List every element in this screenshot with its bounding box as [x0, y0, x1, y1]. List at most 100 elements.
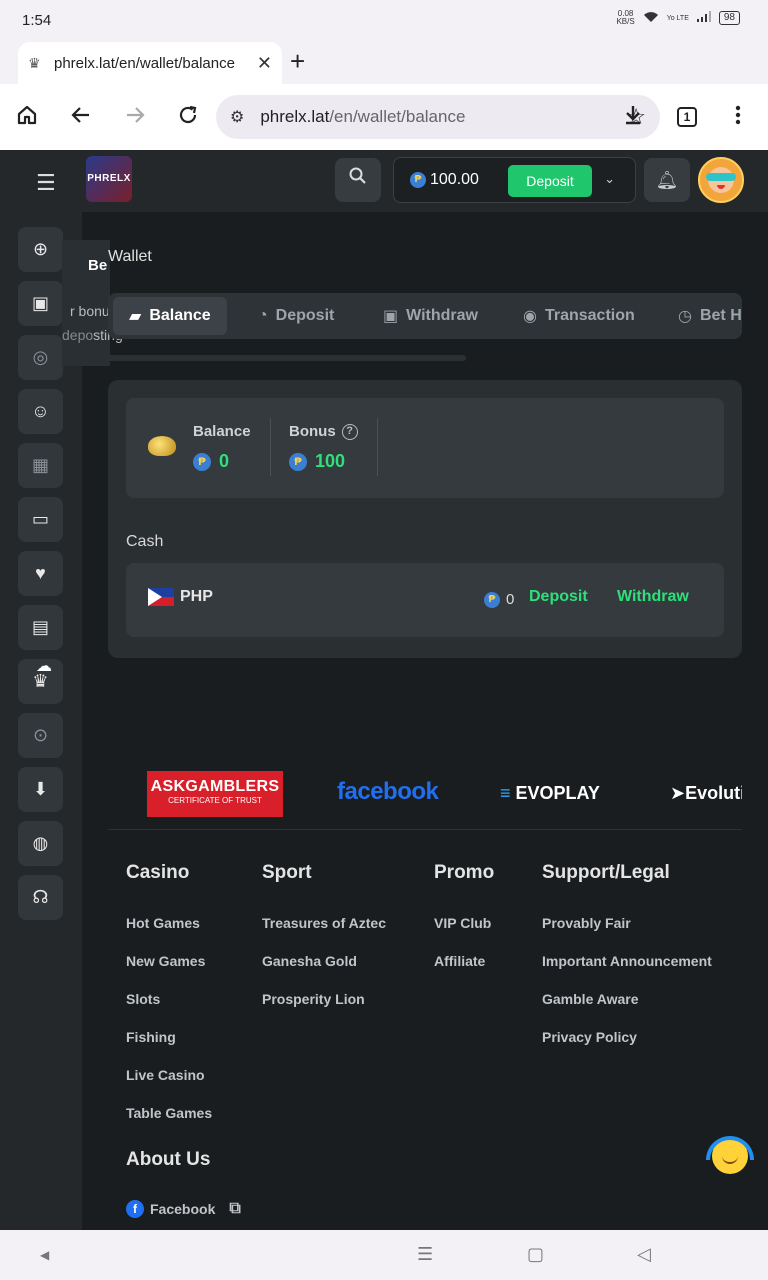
footer-link[interactable]: Provably Fair: [542, 915, 631, 931]
facebook-social-link[interactable]: f Facebook ⧉: [126, 1200, 241, 1218]
peso-coin-icon: ₱: [289, 452, 307, 471]
target-icon[interactable]: ⊙: [18, 713, 63, 758]
status-bar: 1:54 0.08 KB/S Yo LTE 98: [0, 0, 768, 40]
evoplay-logo[interactable]: ≡ EVOPLAY: [500, 783, 600, 804]
more-menu-icon[interactable]: [734, 104, 742, 131]
footer-divider: [108, 829, 742, 830]
external-link-icon: ⧉: [229, 1200, 241, 1217]
evolution-logo[interactable]: ➤Evoluti: [670, 783, 742, 804]
headset-icon[interactable]: ☊: [18, 875, 63, 920]
status-time: 1:54: [22, 12, 52, 29]
tab-withdraw[interactable]: ▣ Withdraw: [383, 297, 478, 335]
site-logo[interactable]: PHRELX: [86, 156, 132, 202]
bonus-tooltip: Be r bonu deposting: [62, 240, 123, 366]
balance-label: Balance: [193, 423, 251, 440]
joystick-icon[interactable]: ▦: [18, 443, 63, 488]
reload-icon[interactable]: [177, 104, 199, 131]
nav-home-icon[interactable]: ▢: [527, 1244, 544, 1265]
ticket-icon[interactable]: ▭: [18, 497, 63, 542]
notification-button[interactable]: 🔔︎: [644, 158, 690, 202]
chevron-down-icon[interactable]: ⌄: [604, 171, 615, 187]
nav-collapse-icon[interactable]: ◀: [40, 1248, 49, 1262]
tab-transaction[interactable]: ◉ Transaction: [523, 297, 635, 335]
address-bar[interactable]: ⚙ phrelx.lat/en/wallet/balance ☆: [216, 95, 660, 139]
askgamblers-logo[interactable]: ASKGAMBLERS CERTIFICATE OF TRUST: [147, 771, 283, 817]
back-icon[interactable]: [70, 104, 92, 131]
download-app-icon[interactable]: ⬇: [18, 767, 63, 812]
sports-ball-icon[interactable]: ⊕: [18, 227, 63, 272]
browser-toolbar: ⚙ phrelx.lat/en/wallet/balance ☆: [0, 84, 768, 150]
cloud-icon: ☁: [36, 658, 52, 675]
footer-link[interactable]: Treasures of Aztec: [262, 915, 386, 931]
header-balance: ₱ 100.00: [410, 171, 479, 189]
gold-coins-icon: [148, 436, 176, 456]
new-tab-icon[interactable]: +: [290, 48, 305, 74]
tab-bet-history[interactable]: ◷ Bet H: [678, 297, 742, 335]
currency-code: PHP: [180, 588, 213, 605]
footer-link[interactable]: Privacy Policy: [542, 1029, 637, 1045]
footer-link[interactable]: Ganesha Gold: [262, 953, 357, 969]
user-avatar[interactable]: [698, 157, 744, 203]
gamepad-icon[interactable]: ◎: [18, 335, 63, 380]
atm-icon: ▣: [383, 308, 399, 325]
menu-toggle-icon[interactable]: ☰: [36, 170, 56, 196]
evoplay-mark-icon: ≡: [500, 783, 511, 803]
browser-tab-strip: ♛ phrelx.lat/en/wallet/balance ✕: [0, 40, 768, 84]
tabs-scrollbar[interactable]: [108, 355, 466, 361]
browser-tab[interactable]: ♛ phrelx.lat/en/wallet/balance ✕: [18, 42, 282, 84]
footer-link[interactable]: Fishing: [126, 1029, 176, 1045]
url-text[interactable]: phrelx.lat/en/wallet/balance: [260, 107, 626, 127]
lte-label: Yo LTE: [666, 14, 689, 22]
browser-tab-title: phrelx.lat/en/wallet/balance: [54, 54, 235, 72]
footer-link[interactable]: Important Announcement: [542, 953, 712, 969]
footer-link[interactable]: Live Casino: [126, 1067, 205, 1083]
wallet-tabs: ▰ Balance ◔ Deposit ▣ Withdraw ◉ Transaction…: [108, 293, 742, 339]
header-wallet[interactable]: ₱ 100.00 Deposit ⌄: [393, 157, 636, 203]
bonus-value: ₱ 100: [289, 451, 345, 472]
cash-section-label: Cash: [126, 533, 164, 550]
footer-link[interactable]: Table Games: [126, 1105, 212, 1121]
globe-icon[interactable]: ◍: [18, 821, 63, 866]
bell-icon: 🔔︎: [655, 170, 679, 190]
home-icon[interactable]: [16, 104, 38, 131]
header-deposit-button[interactable]: Deposit: [508, 165, 592, 197]
peso-coin-icon: ₱: [410, 171, 426, 188]
slot-777-icon[interactable]: ▤: [18, 605, 63, 650]
footer-link[interactable]: Prosperity Lion: [262, 991, 365, 1007]
search-button[interactable]: [335, 158, 381, 202]
site-settings-icon[interactable]: ⚙: [230, 107, 244, 127]
tab-switcher-button[interactable]: 1: [677, 107, 697, 127]
close-tab-icon[interactable]: ✕: [257, 53, 272, 74]
divider: [270, 418, 271, 476]
balance-value: ₱ 0: [193, 451, 229, 472]
balance-panel: [126, 398, 724, 498]
row-deposit-link[interactable]: Deposit: [529, 588, 588, 606]
footer-link[interactable]: Affiliate: [434, 953, 485, 969]
footer-link[interactable]: Hot Games: [126, 915, 200, 931]
footer-link[interactable]: New Games: [126, 953, 205, 969]
row-withdraw-link[interactable]: Withdraw: [617, 588, 689, 606]
footer-link[interactable]: Slots: [126, 991, 160, 1007]
nav-back-icon[interactable]: ◁: [637, 1244, 651, 1265]
tab-balance[interactable]: ▰ Balance: [113, 297, 227, 335]
tab-deposit[interactable]: ◔ Deposit: [258, 297, 334, 335]
calendar-check-icon[interactable]: ▣: [18, 281, 63, 326]
forward-icon[interactable]: [124, 104, 146, 131]
status-icons: 0.08 KB/S Yo LTE 98: [616, 10, 740, 26]
favicon-icon: ♛: [28, 55, 41, 71]
help-circle-icon[interactable]: ?: [341, 424, 358, 441]
user-add-icon[interactable]: ☺: [18, 389, 63, 434]
facebook-logo[interactable]: facebook: [337, 778, 439, 806]
footer-link[interactable]: VIP Club: [434, 915, 491, 931]
live-support-button[interactable]: [706, 1134, 754, 1178]
peso-coin-icon: ₱: [193, 452, 211, 471]
heart-icon[interactable]: ♥: [18, 551, 63, 596]
nav-recents-icon[interactable]: ☰: [417, 1244, 433, 1265]
system-nav-bar: ◀ ☰ ▢ ◁: [0, 1230, 768, 1280]
footer-link[interactable]: Gamble Aware: [542, 991, 639, 1007]
download-icon[interactable]: [622, 104, 644, 131]
footer-heading-sport: Sport: [262, 862, 312, 883]
footer-heading-casino: Casino: [126, 862, 190, 883]
wifi-icon: [643, 11, 659, 26]
philippines-flag-icon: [148, 588, 174, 606]
